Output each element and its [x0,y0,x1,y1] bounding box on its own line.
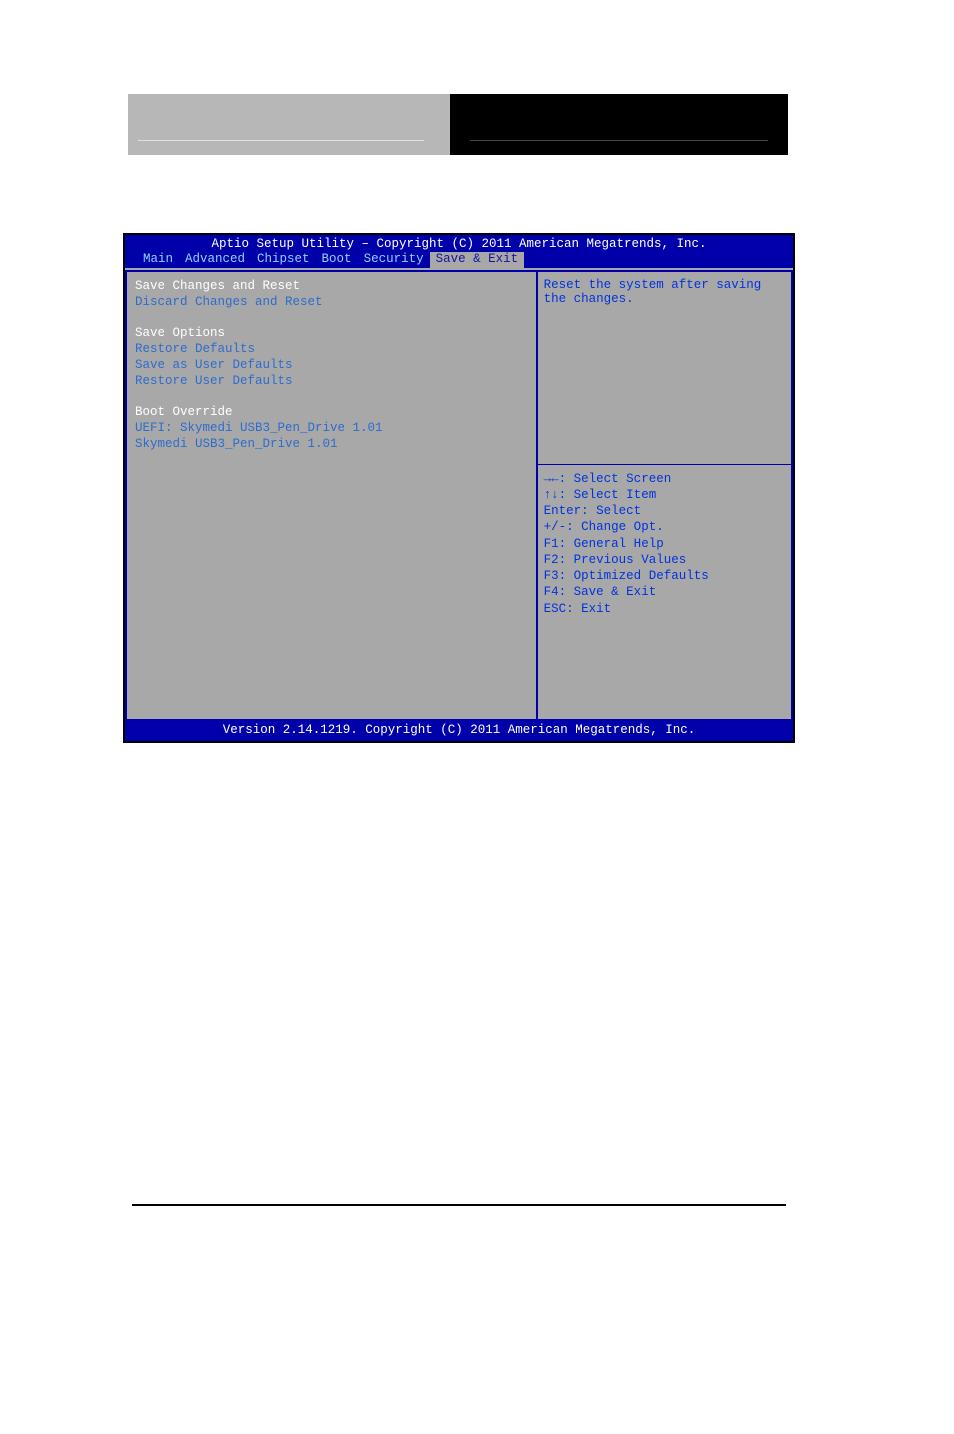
bios-main-panel: Save Changes and Reset Discard Changes a… [125,270,538,721]
menu-boot-uefi[interactable]: UEFI: Skymedi USB3_Pen_Drive 1.01 [135,420,528,436]
hint-f2: F2: Previous Values [544,552,785,568]
hint-enter: Enter: Select [544,503,785,519]
header-right-block [450,94,788,155]
hint-esc: ESC: Exit [544,601,785,617]
bios-key-hints: →←: Select Screen ↑↓: Select Item Enter:… [538,464,791,719]
hint-select-screen: →←: Select Screen [544,471,785,487]
hint-change-opt: +/-: Change Opt. [544,519,785,535]
menu-discard-changes-reset[interactable]: Discard Changes and Reset [135,294,528,310]
hint-select-item: ↑↓: Select Item [544,487,785,503]
menu-boot-device[interactable]: Skymedi USB3_Pen_Drive 1.01 [135,436,528,452]
heading-save-options: Save Options [135,325,528,341]
tab-chipset[interactable]: Chipset [251,252,316,268]
bios-title: Aptio Setup Utility – Copyright (C) 2011… [125,237,793,251]
bios-body: Save Changes and Reset Discard Changes a… [125,268,793,721]
tab-save-exit[interactable]: Save & Exit [430,252,525,268]
menu-restore-defaults[interactable]: Restore Defaults [135,341,528,357]
hint-f1: F1: General Help [544,536,785,552]
tab-security[interactable]: Security [358,252,430,268]
tab-main[interactable]: Main [137,252,179,268]
menu-restore-user-defaults[interactable]: Restore User Defaults [135,373,528,389]
menu-save-changes-reset[interactable]: Save Changes and Reset [135,278,528,294]
document-header-bar [128,94,788,155]
bios-help-text: Reset the system after saving the change… [538,272,791,464]
bios-side-panel: Reset the system after saving the change… [538,270,793,721]
bios-tabs: Main Advanced Chipset Boot Security Save… [125,252,793,268]
document-page: Aptio Setup Utility – Copyright (C) 2011… [0,0,954,1434]
menu-save-user-defaults[interactable]: Save as User Defaults [135,357,528,373]
tab-advanced[interactable]: Advanced [179,252,251,268]
bios-window: Aptio Setup Utility – Copyright (C) 2011… [125,235,793,741]
heading-boot-override: Boot Override [135,404,528,420]
header-right-rule [470,140,768,141]
bios-screenshot: Aptio Setup Utility – Copyright (C) 2011… [123,233,795,743]
header-left-rule [138,140,424,141]
hint-f3: F3: Optimized Defaults [544,568,785,584]
tab-boot[interactable]: Boot [316,252,358,268]
bios-footer: Version 2.14.1219. Copyright (C) 2011 Am… [125,721,793,741]
page-footer-rule [132,1204,786,1206]
hint-f4: F4: Save & Exit [544,584,785,600]
bios-header: Aptio Setup Utility – Copyright (C) 2011… [125,235,793,268]
header-left-block [128,94,450,155]
